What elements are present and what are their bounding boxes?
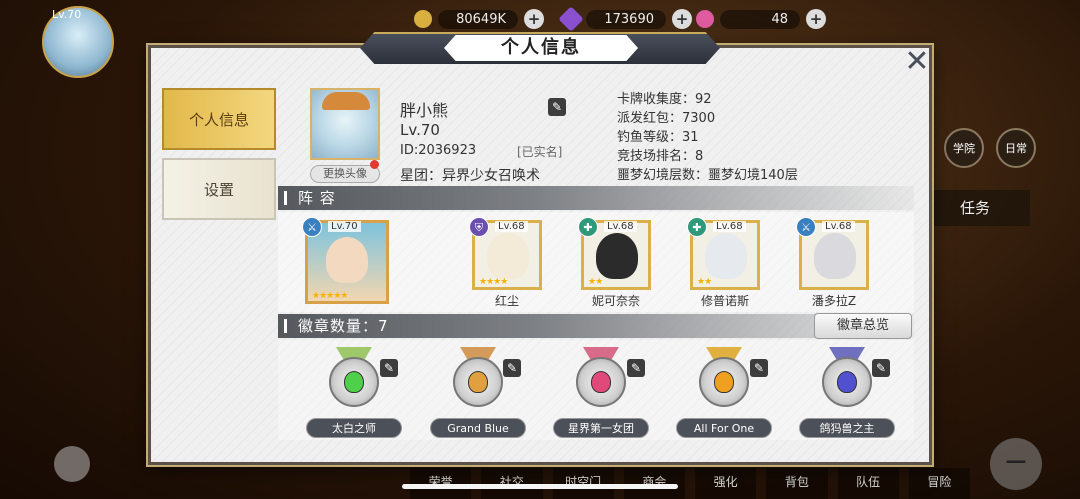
team-card-2[interactable]: ✚ Lv.68 ★★ [578, 217, 651, 290]
gem-value: 173690 [586, 9, 666, 29]
team-card-3[interactable]: ✚ Lv.68 ★★ [687, 217, 760, 290]
gold-value: 80649K [438, 9, 518, 29]
stat-card-collection: 卡牌收集度：92 [617, 92, 712, 107]
badge-gem-icon [591, 371, 611, 393]
badge-label-2: Grand Blue [430, 418, 526, 438]
team-card-level: Lv.68 [495, 221, 528, 232]
energy-resource: 48 + [696, 8, 826, 30]
edit-badge-icon[interactable]: ✎ [380, 359, 398, 377]
profile-avatar[interactable] [310, 88, 380, 160]
edit-badge-icon[interactable]: ✎ [503, 359, 521, 377]
dialog-title: 个人信息 [444, 35, 638, 61]
character-portrait [814, 233, 856, 279]
gold-coin-icon [414, 10, 432, 28]
team-card-stars: ★★★★ [479, 277, 508, 287]
task-button[interactable]: 任务 [930, 190, 1030, 226]
edit-badge-icon[interactable]: ✎ [627, 359, 645, 377]
tab-profile[interactable]: 个人信息 [162, 88, 276, 150]
team-card-4[interactable]: ⚔ Lv.68 [796, 217, 869, 290]
daily-button[interactable]: 日常 [996, 128, 1036, 168]
energy-value: 48 [720, 9, 800, 29]
notification-dot [370, 160, 379, 169]
character-portrait [596, 233, 638, 279]
gold-resource: 80649K + [414, 8, 544, 30]
badge-label-1: 太白之师 [306, 418, 402, 438]
team-card-1[interactable]: ⛨ Lv.68 ★★★★ [469, 217, 542, 290]
badge-5[interactable] [807, 347, 887, 417]
stat-fishing-level: 钓鱼等级：31 [617, 130, 699, 145]
home-indicator[interactable] [402, 484, 678, 489]
team-name-3: 修普诺斯 [700, 294, 749, 308]
gem-resource: 173690 + [558, 6, 692, 32]
stat-arena-rank: 竞技场排名：8 [617, 149, 704, 164]
class-icon: ⛨ [469, 217, 489, 237]
hud-level: Lv.70 [52, 8, 82, 21]
change-avatar-button[interactable]: 更换头像 [310, 165, 380, 183]
player-id: ID:2036923 [400, 143, 477, 158]
team-card-level: Lv.68 [604, 221, 637, 232]
badge-gem-icon [714, 371, 734, 393]
character-portrait [705, 233, 747, 279]
add-energy-button[interactable]: + [806, 9, 826, 29]
verified-status: [已实名] [517, 145, 563, 159]
stat-red-packets: 派发红包：7300 [617, 111, 716, 126]
badge-gem-icon [468, 371, 488, 393]
nav-adventure[interactable]: 冒险 [908, 468, 970, 499]
team-card-stars: ★★ [588, 277, 603, 287]
team-card-level: Lv.68 [822, 221, 855, 232]
character-portrait [487, 233, 529, 279]
gem-icon [558, 6, 584, 32]
player-stats: 卡牌收集度：92 派发红包：7300 钓鱼等级：31 竞技场排名：8 噩梦幻境层… [617, 90, 798, 185]
player-name: 胖小熊 [400, 101, 449, 120]
badge-3[interactable] [561, 347, 641, 417]
team-name-1: 红尘 [494, 294, 519, 308]
edit-name-icon[interactable]: ✎ [548, 98, 566, 116]
class-icon: ✚ [578, 217, 598, 237]
badge-gem-icon [837, 371, 857, 393]
nav-team[interactable]: 队伍 [837, 468, 899, 499]
team-card-stars: ★★ [697, 277, 712, 287]
team-card-level: Lv.70 [328, 221, 361, 232]
edit-badge-icon[interactable]: ✎ [872, 359, 890, 377]
team-section-header: 阵 容 [278, 186, 914, 210]
team-name-2: 妮可奈奈 [591, 294, 640, 308]
badge-gem-icon [344, 371, 364, 393]
chat-icon[interactable] [54, 446, 90, 482]
avatar-hat [322, 92, 370, 110]
tab-settings[interactable]: 设置 [162, 158, 276, 220]
add-gold-button[interactable]: + [524, 9, 544, 29]
collapse-menu-button[interactable]: − [990, 438, 1042, 490]
badge-label-4: All For One [676, 418, 772, 438]
nav-enhance[interactable]: 强化 [695, 468, 757, 499]
energy-icon [696, 10, 714, 28]
badge-1[interactable] [314, 347, 394, 417]
class-icon: ⚔ [302, 217, 322, 237]
team-card-level: Lv.68 [713, 221, 746, 232]
edit-badge-icon[interactable]: ✎ [750, 359, 768, 377]
add-gem-button[interactable]: + [672, 9, 692, 29]
team-card-stars: ★★★★★ [312, 291, 348, 301]
badge-label-5: 鸽犸兽之主 [799, 418, 895, 438]
academy-button[interactable]: 学院 [944, 128, 984, 168]
team-card-leader[interactable]: ⚔ Lv.70 ★★★★★ [302, 217, 389, 304]
badge-4[interactable] [684, 347, 764, 417]
class-icon: ⚔ [796, 217, 816, 237]
badge-2[interactable] [438, 347, 518, 417]
class-icon: ✚ [687, 217, 707, 237]
nav-bag[interactable]: 背包 [766, 468, 828, 499]
team-name-4: 潘多拉Z [811, 294, 857, 308]
character-portrait [326, 237, 368, 283]
player-level: Lv.70 [400, 121, 440, 139]
badge-label-3: 星界第一女团 [553, 418, 649, 438]
stat-nightmare-floor: 噩梦幻境层数：噩梦幻境140层 [617, 168, 798, 183]
badge-overview-button[interactable]: 徽章总览 [814, 313, 912, 339]
player-guild: 星团：异界少女召唤术 [400, 168, 540, 184]
close-icon[interactable]: ✕ [902, 47, 932, 78]
